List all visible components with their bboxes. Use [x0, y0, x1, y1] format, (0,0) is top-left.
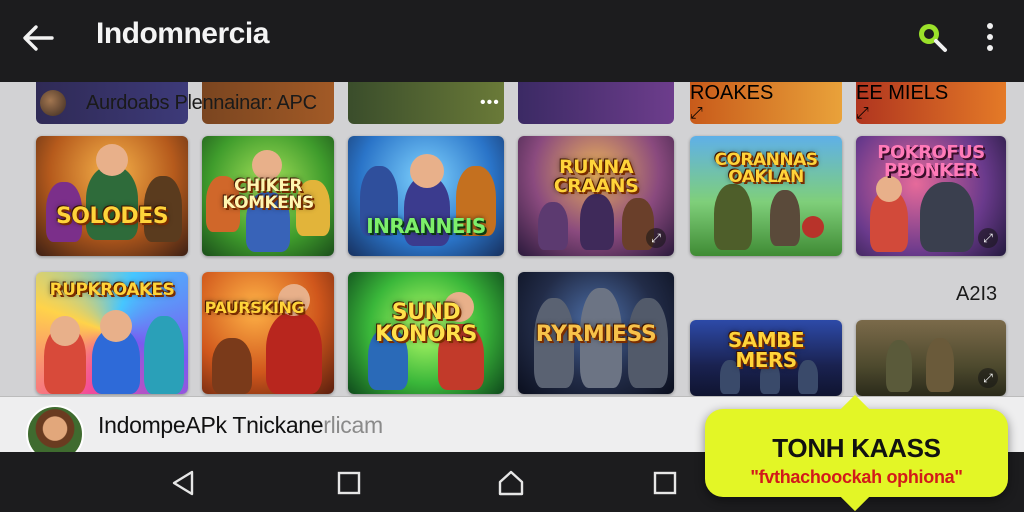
- info-text: IndompeAPk Tnickanerlicam: [98, 412, 383, 439]
- open-icon: ⤢: [690, 105, 703, 122]
- game-tile[interactable]: CHIKER KOMKENS: [202, 136, 334, 256]
- tile-logo: CHIKER KOMKENS: [222, 176, 314, 213]
- search-icon: [919, 24, 947, 52]
- callout-title: TONH KAASS: [772, 433, 941, 463]
- nav-home-button[interactable]: [494, 466, 528, 500]
- game-tile[interactable]: RUPKROAKES: [36, 272, 188, 394]
- tile-logo: INRANNEIS: [366, 214, 486, 238]
- search-button[interactable]: [913, 18, 951, 56]
- open-icon: ⤢: [978, 368, 998, 388]
- game-tile[interactable]: INRANNEIS: [348, 136, 504, 256]
- open-icon: ⤢: [978, 228, 998, 248]
- tile-logo: RUNNA CRAANS: [553, 156, 639, 197]
- info-ghost-text: rlicam: [323, 412, 383, 438]
- tile-logo: SOLODES: [55, 204, 169, 229]
- back-button[interactable]: [20, 20, 56, 56]
- game-tile[interactable]: SOLODES: [36, 136, 188, 256]
- more-vert-icon: [987, 23, 993, 29]
- banner-label: Aurdoabs Plennainar: APC: [86, 92, 317, 114]
- tile-logo: ROAKES: [690, 82, 774, 104]
- game-tile[interactable]: ⤢: [856, 320, 1006, 396]
- callout-subtitle: "fvthachoockah ophiona": [750, 467, 963, 487]
- info-title: IndompeAPk Tnickane: [98, 412, 324, 438]
- banner-avatar: [40, 90, 66, 116]
- top-row-tile[interactable]: [518, 82, 674, 124]
- top-row-tile[interactable]: ROAKES ⤢: [690, 82, 842, 124]
- tile-logo: SUND KONORS: [375, 300, 477, 347]
- game-tile[interactable]: SAMBE MERS: [690, 320, 842, 396]
- tile-logo: RUPKROAKES: [49, 280, 175, 300]
- promo-callout[interactable]: TONH KAASS "fvthachoockah ophiona": [705, 409, 1008, 497]
- tile-logo: SAMBE MERS: [727, 328, 805, 372]
- section-label: A2I3: [956, 283, 998, 305]
- tile-logo: PAURSKING: [204, 298, 305, 317]
- nav-home-icon: [498, 470, 524, 496]
- game-tile[interactable]: PAURSKING: [202, 272, 334, 394]
- open-icon: ⤢: [856, 105, 869, 122]
- tile-logo: EE MIELS: [856, 82, 949, 104]
- game-tile[interactable]: RUNNA CRAANS ⤢: [518, 136, 674, 256]
- tile-logo: RYRMIESS: [535, 322, 657, 347]
- nav-back-triangle-icon: [172, 470, 194, 496]
- tile-logo: CORANNAS OAKLAN: [714, 150, 818, 187]
- game-tile[interactable]: RYRMIESS: [518, 272, 674, 394]
- open-icon: ⤢: [646, 228, 666, 248]
- back-arrow-icon: [23, 25, 54, 51]
- more-options-button[interactable]: [976, 18, 1004, 56]
- game-tile[interactable]: CORANNAS OAKLAN: [690, 136, 842, 256]
- nav-recents-button[interactable]: [332, 466, 366, 500]
- banner-more-dots[interactable]: •••: [480, 94, 500, 112]
- game-tile[interactable]: SUND KONORS: [348, 272, 504, 394]
- tile-logo: POKROFUS PBONKER: [877, 142, 985, 181]
- page-title: Indomnercia: [96, 17, 269, 50]
- game-tile[interactable]: POKROFUS PBONKER ⤢: [856, 136, 1006, 256]
- top-app-bar: Indomnercia: [0, 0, 1024, 82]
- nav-square-icon: [653, 471, 677, 495]
- nav-square-icon: [337, 471, 361, 495]
- nav-overview-button[interactable]: [648, 466, 682, 500]
- top-row-tile[interactable]: EE MIELS ⤢: [856, 82, 1006, 124]
- nav-back-button[interactable]: [166, 466, 200, 500]
- app-screen: Indomnercia Aurdoabs Plennainar: APC •••…: [0, 0, 1024, 512]
